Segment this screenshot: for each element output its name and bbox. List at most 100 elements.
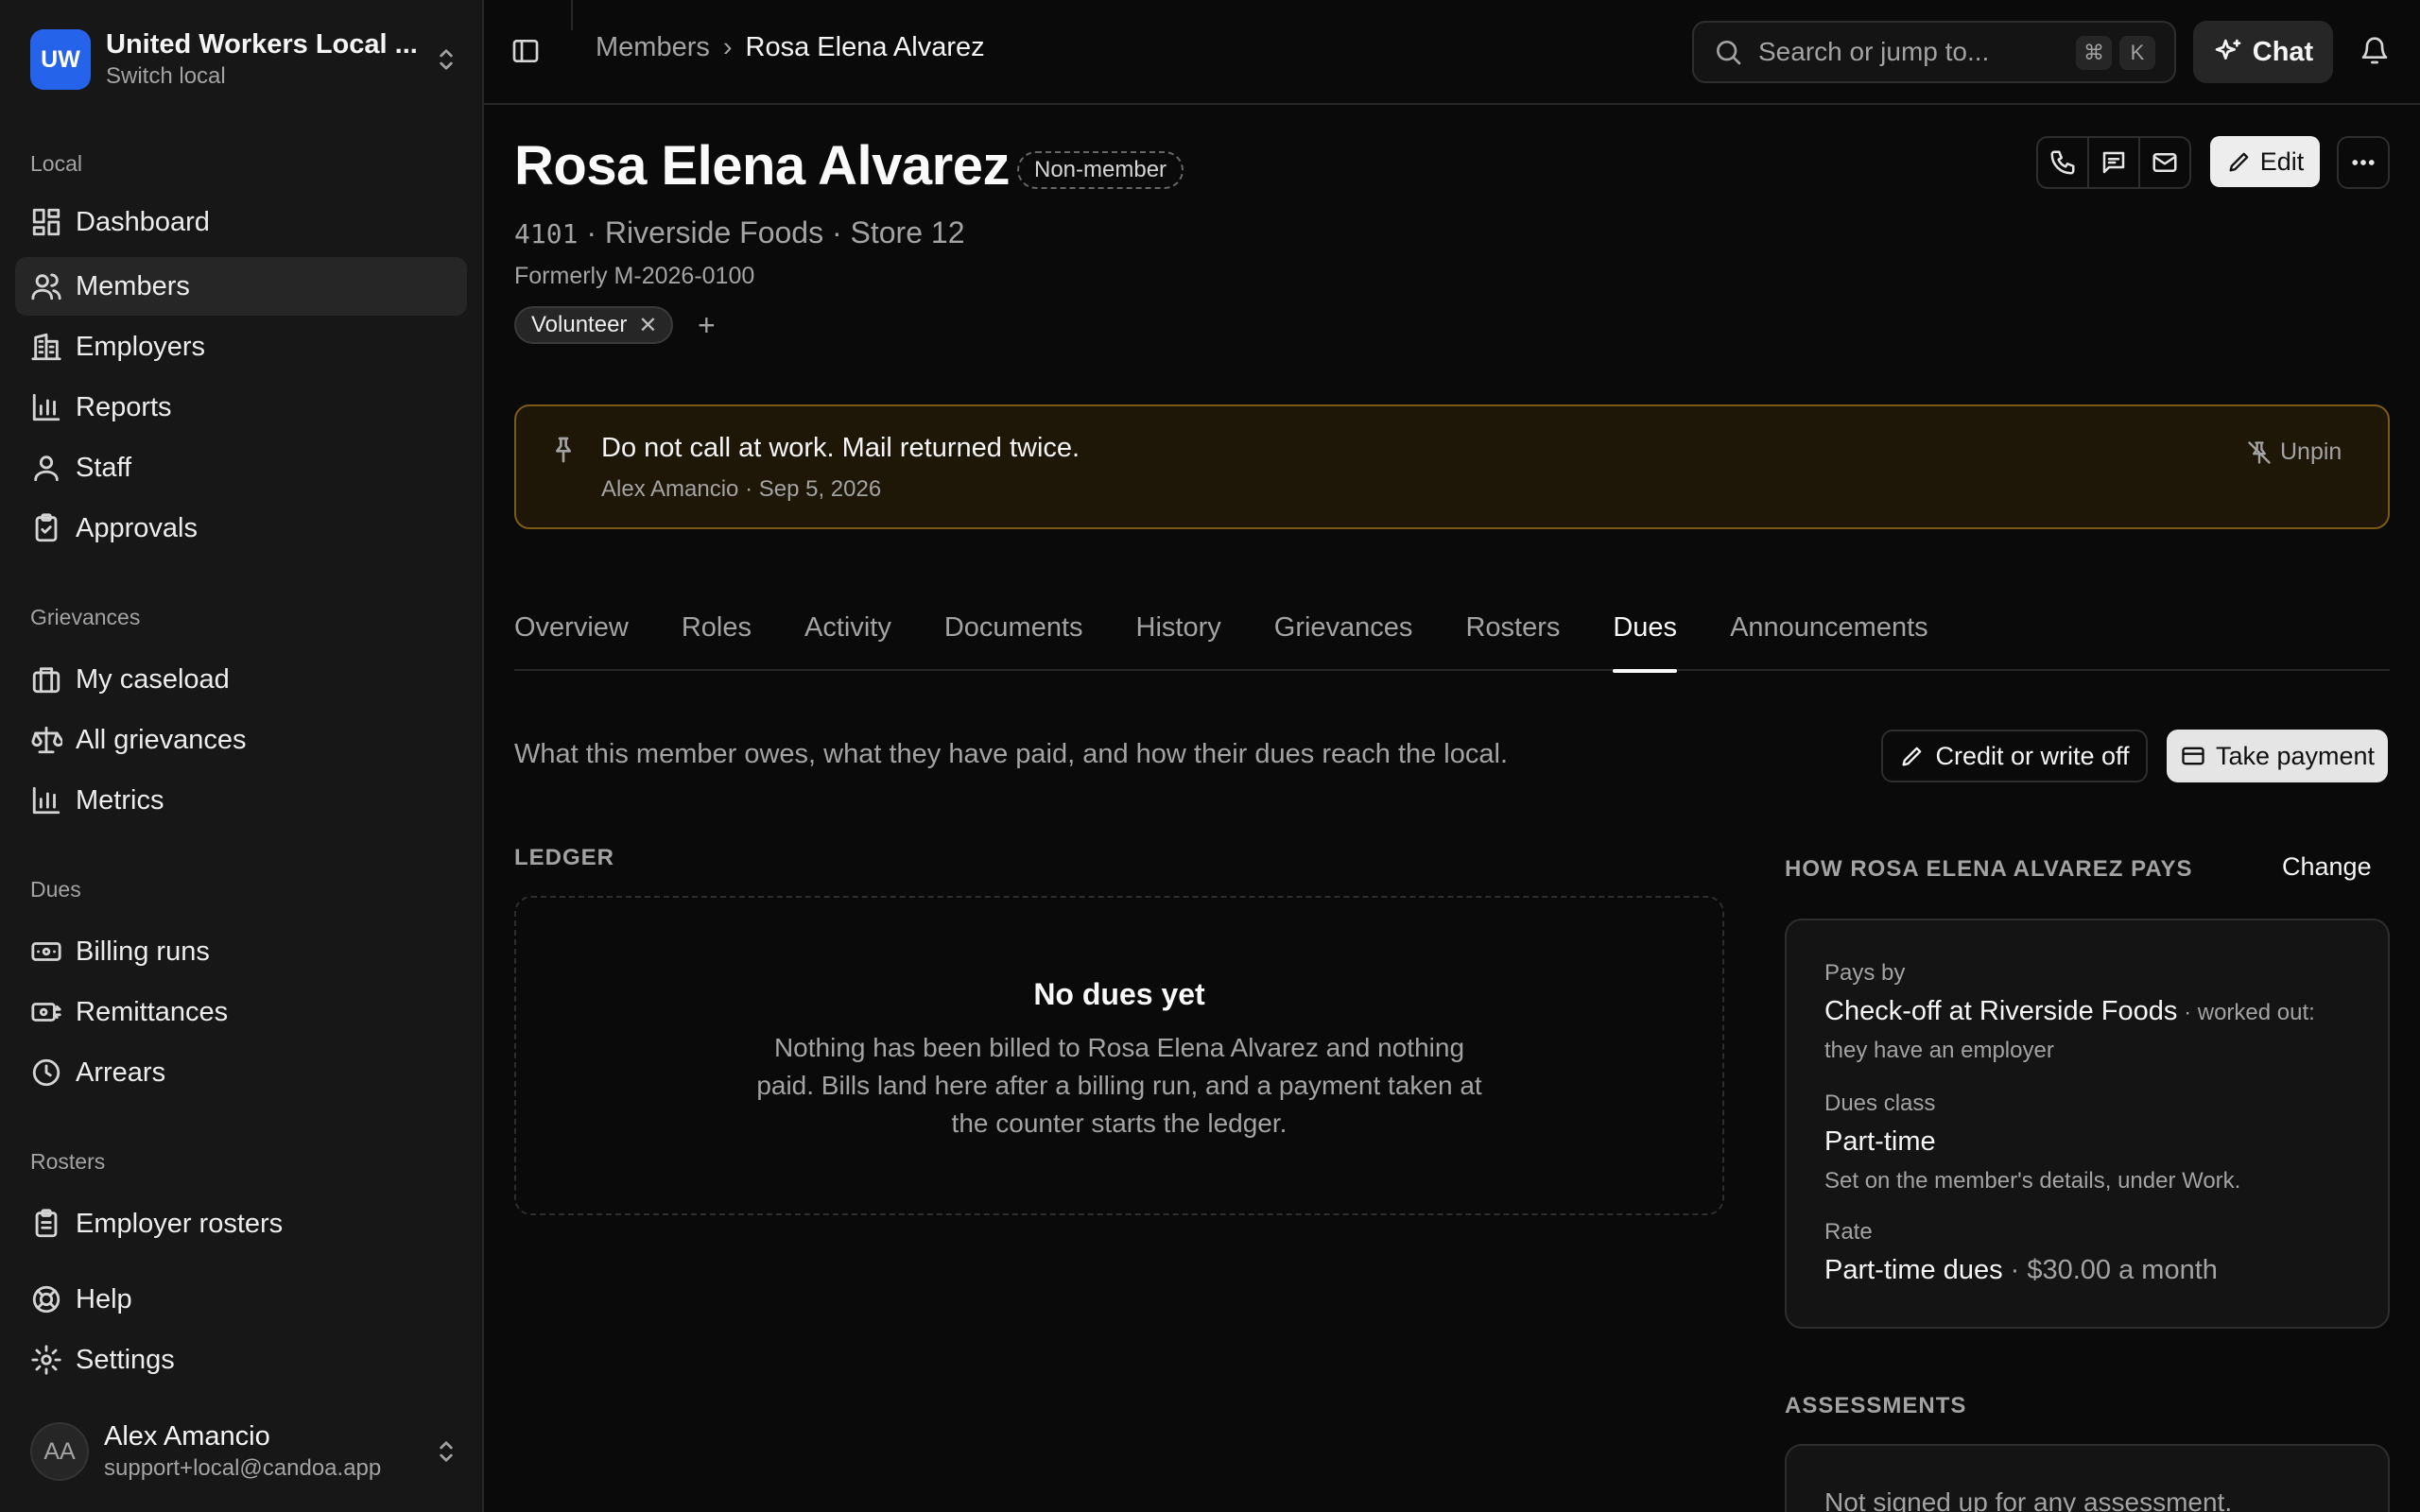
sidebar-item-employers[interactable]: Employers [15,318,467,376]
payment-method-heading: HOW ROSA ELENA ALVAREZ PAYS [1785,856,2193,882]
top-bar: Members › Rosa Elena Alvarez Search or j… [484,0,2420,105]
sidebar-item-label: Billing runs [76,936,210,967]
tag-label: Volunteer [531,312,628,337]
tab-announcements[interactable]: Announcements [1730,601,1928,671]
pencil-icon [1902,747,1922,766]
tab-overview[interactable]: Overview [514,601,629,671]
sidebar-item-remittances[interactable]: Remittances [15,983,467,1041]
search-icon [1717,41,1741,65]
sidebar-item-arrears[interactable]: Arrears [15,1043,467,1102]
sidebar-item-employer-rosters[interactable]: Employer rosters [15,1194,467,1253]
local-avatar: UW [30,29,91,90]
shortcut-key-k: K [2119,36,2155,70]
life-buoy-icon [32,1285,60,1314]
member-former-id: Formerly M-2026-0100 [514,263,755,289]
nav-section-grievances: Grievances [30,605,141,629]
assessments-card: Not signed up for any assessment. [1785,1444,2390,1512]
member-number: 4101 [514,218,579,249]
sidebar-item-label: Dashboard [76,206,210,237]
member-tabs: Overview Roles Activity Documents Histor… [514,601,2390,673]
pays-by-label: Pays by [1824,960,1906,986]
credit-card-icon [2182,747,2204,765]
clipboard-list-icon [35,1209,58,1238]
user-menu[interactable]: AA Alex Amancio support+local@candoa.app [30,1418,461,1486]
pays-by-value: Check-off at Riverside Foods · worked ou… [1824,996,2315,1027]
payment-method-card: Pays by Check-off at Riverside Foods · w… [1785,919,2390,1329]
pencil-icon [2229,152,2249,172]
sidebar-item-label: Help [76,1283,132,1314]
empty-state-body: Nothing has been billed to Rosa Elena Al… [756,1033,1482,1138]
gear-icon [31,1345,61,1375]
assessments-empty: Not signed up for any assessment. [1824,1487,2233,1512]
chat-button[interactable]: Chat [2193,21,2333,83]
remove-tag-icon[interactable]: ✕ [638,312,657,339]
rate-value: Part-time dues · $30.00 a month [1824,1255,2218,1286]
breadcrumb-separator: › [722,32,733,62]
dues-class-value: Part-time [1824,1126,1936,1157]
sidebar-item-approvals[interactable]: Approvals [15,499,467,558]
call-button[interactable] [2038,138,2089,187]
sidebar-item-dashboard[interactable]: Dashboard [15,193,467,251]
edit-button[interactable]: Edit [2210,136,2320,187]
unpin-button[interactable]: Unpin [2246,438,2342,466]
edit-label: Edit [2259,146,2305,176]
pays-by-method: Check-off at Riverside Foods [1824,996,2178,1026]
more-actions-button[interactable] [2337,136,2390,189]
tab-history[interactable]: History [1136,601,1221,671]
banknote-arrow-icon [31,1003,61,1022]
phone-icon [2050,150,2075,175]
tab-rosters[interactable]: Rosters [1465,601,1560,671]
sidebar-item-label: Staff [76,452,132,483]
tab-documents[interactable]: Documents [944,601,1083,671]
sidebar-item-metrics[interactable]: Metrics [15,771,467,830]
scale-icon [31,726,62,754]
message-button[interactable] [2089,138,2140,187]
tab-roles[interactable]: Roles [682,601,752,671]
local-switcher[interactable]: UW United Workers Local ... Switch local [30,28,461,91]
credit-or-write-off-button[interactable]: Credit or write off [1881,730,2148,782]
rate-label: Rate [1824,1219,1873,1245]
add-tag-button[interactable]: + [698,308,716,343]
dues-class-label: Dues class [1824,1091,1936,1116]
breadcrumb-members-link[interactable]: Members [596,32,710,63]
tab-grievances[interactable]: Grievances [1274,601,1413,671]
pays-by-reason: · worked out: [2177,1000,2315,1025]
sidebar-item-settings[interactable]: Settings [15,1331,467,1389]
sidebar-item-billing-runs[interactable]: Billing runs [15,922,467,981]
divider [571,0,573,30]
sidebar-item-members[interactable]: Members [15,257,467,316]
sidebar-item-all-grievances[interactable]: All grievances [15,711,467,769]
sidebar-item-my-caseload[interactable]: My caseload [15,650,467,709]
sidebar-item-label: Approvals [76,512,198,543]
sparkles-icon [2215,39,2241,60]
take-payment-label: Take payment [2215,741,2376,770]
change-payment-method-button[interactable]: Change [2282,852,2372,882]
nav-section-rosters: Rosters [30,1149,106,1174]
nav-section-dues: Dues [30,877,81,902]
bar-chart-icon [32,786,60,815]
email-button[interactable] [2140,138,2189,187]
ledger-empty-state: No dues yet Nothing has been billed to R… [514,896,1724,1215]
breadcrumb-current: Rosa Elena Alvarez [745,32,985,62]
sidebar-toggle-icon[interactable] [510,36,541,66]
mail-icon [2152,153,2177,172]
search-input[interactable]: Search or jump to... ⌘ K [1692,21,2176,83]
tab-dues[interactable]: Dues [1613,601,1677,673]
dues-class-note: Set on the member's details, under Work. [1824,1168,2241,1194]
message-icon [2102,151,2125,174]
shortcut-key-cmd: ⌘ [2076,36,2112,70]
sidebar-item-label: Settings [76,1344,175,1375]
sidebar-item-staff[interactable]: Staff [15,438,467,497]
briefcase-icon [32,667,60,694]
dashboard-icon [32,208,60,236]
sidebar-item-reports[interactable]: Reports [15,378,467,437]
sidebar-item-help[interactable]: Help [15,1270,467,1329]
tab-activity[interactable]: Activity [804,601,891,671]
contact-actions [2036,136,2191,189]
bell-icon[interactable] [2360,36,2390,66]
member-employer: · Riverside Foods · Store 12 [578,215,965,249]
local-switch-label: Switch local [106,63,226,89]
take-payment-button[interactable]: Take payment [2167,730,2388,782]
ledger-heading: LEDGER [514,845,615,870]
sidebar-item-label: Members [76,270,190,301]
